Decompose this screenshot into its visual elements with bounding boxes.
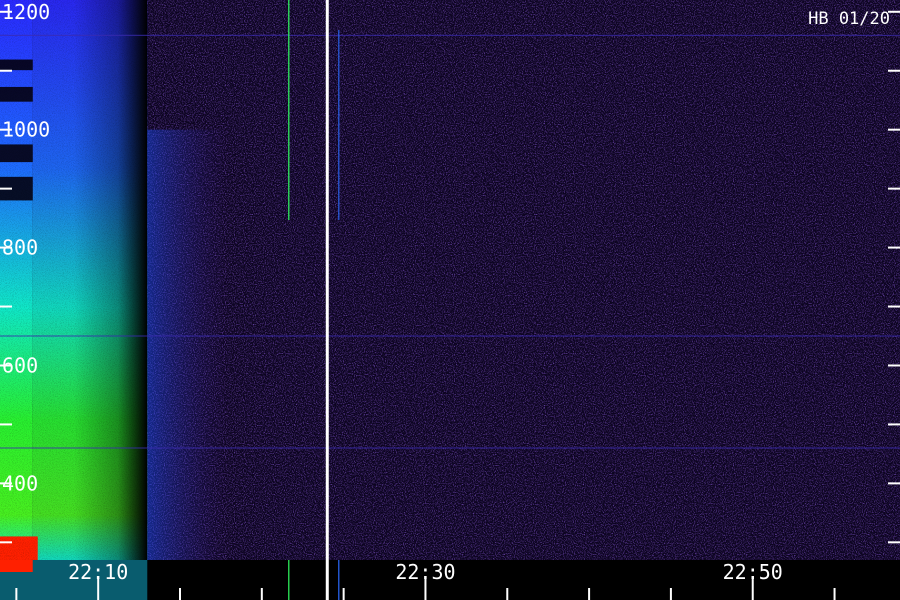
y-tick-right-1100 bbox=[888, 69, 900, 72]
x-tick-1345 bbox=[342, 588, 345, 600]
y-tick-right-300 bbox=[888, 541, 900, 544]
y-tick-right-800 bbox=[888, 246, 900, 249]
y-tick-left-300 bbox=[0, 541, 12, 544]
y-tick-label-3: 1000 bbox=[2, 118, 50, 142]
y-tick-right-400 bbox=[888, 482, 900, 485]
marker-blue bbox=[338, 30, 340, 220]
x-tick-1355 bbox=[506, 588, 509, 600]
x-tick-1360 bbox=[588, 588, 591, 600]
bottom-hot bbox=[0, 560, 33, 572]
marker-green-lower bbox=[288, 560, 290, 600]
y-tick-right-700 bbox=[888, 305, 900, 308]
y-tick-right-600 bbox=[888, 364, 900, 367]
x-tick-1335 bbox=[179, 588, 181, 600]
x-tick-label-2: 22:50 bbox=[723, 560, 783, 584]
narrowband-line-3 bbox=[0, 447, 900, 449]
x-tick-label-0: 22:10 bbox=[68, 560, 128, 584]
y-tick-label-1: 600 bbox=[2, 353, 38, 377]
y-tick-label-4: 1200 bbox=[2, 0, 50, 24]
spectrogram-chart: 400 600 800 1000 1200 22:10 22:30 22:50 HB 01/2… bbox=[0, 0, 900, 600]
y-tick-label-0: 400 bbox=[2, 471, 38, 495]
x-tick-1375 bbox=[833, 588, 836, 600]
marker-blue-lower bbox=[338, 560, 340, 600]
divider-line bbox=[325, 0, 329, 600]
y-tick-label-2: 800 bbox=[2, 236, 38, 260]
station-label: HB 01/20 bbox=[808, 9, 890, 29]
y-tick-left-500 bbox=[0, 423, 12, 426]
tail-1 bbox=[147, 129, 230, 560]
y-tick-left-900 bbox=[0, 187, 12, 190]
y-tick-right-500 bbox=[888, 423, 900, 426]
narrowband-line-2 bbox=[0, 335, 900, 337]
x-tick-1365 bbox=[669, 588, 672, 600]
narrowband-line-4 bbox=[0, 34, 900, 36]
y-tick-right-900 bbox=[888, 187, 900, 190]
y-tick-left-1100 bbox=[0, 69, 12, 72]
x-tick-1325 bbox=[15, 588, 18, 600]
x-tick-label-1: 22:30 bbox=[395, 560, 455, 584]
y-tick-left-700 bbox=[0, 305, 12, 308]
x-tick-1340 bbox=[260, 588, 263, 600]
marker-green bbox=[288, 0, 290, 220]
y-tick-right-1000 bbox=[888, 128, 900, 131]
